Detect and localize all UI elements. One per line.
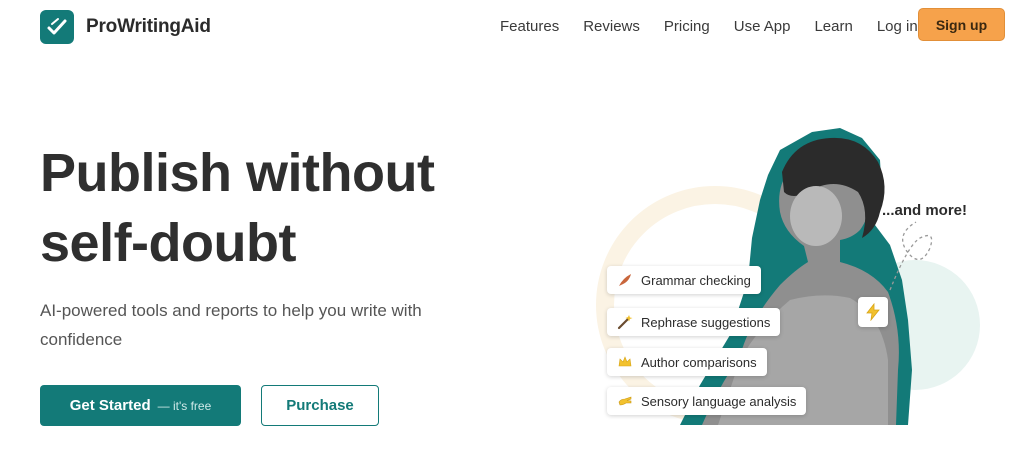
nav-link-use-app[interactable]: Use App (734, 18, 791, 35)
hand-icon (617, 393, 633, 409)
brand-name: ProWritingAid (86, 16, 211, 37)
feature-pill-label: Rephrase suggestions (641, 314, 771, 330)
quill-check-icon (40, 10, 74, 44)
feature-pill-rephrase: Rephrase suggestions (607, 308, 781, 336)
nav-link-features[interactable]: Features (500, 18, 559, 35)
crown-icon (617, 354, 633, 370)
hero-headline-line-2: self-doubt (40, 213, 296, 273)
hero-headline: Publish without self-doubt (40, 138, 435, 278)
feature-pill-label: Author comparisons (641, 354, 757, 370)
hero-illustration: ...and more! Grammar checking Rephrase s… (590, 120, 1010, 440)
get-started-button[interactable]: Get Started — it's free (40, 385, 241, 426)
and-more-callout: ...and more! (882, 202, 968, 219)
feature-pill-grammar: Grammar checking (607, 266, 761, 294)
magic-wand-icon (617, 314, 633, 330)
nav-link-reviews[interactable]: Reviews (583, 18, 640, 35)
get-started-note: — it's free (157, 398, 212, 413)
hero-subheadline: AI-powered tools and reports to help you… (40, 301, 422, 349)
get-started-label: Get Started (69, 397, 151, 414)
signup-button[interactable]: Sign up (918, 8, 1005, 41)
top-nav: ProWritingAid Features Reviews Pricing U… (0, 0, 1024, 54)
lightning-icon (858, 297, 888, 327)
feather-icon (617, 272, 633, 288)
nav-link-pricing[interactable]: Pricing (664, 18, 710, 35)
login-link[interactable]: Log in (877, 18, 918, 35)
feature-pill-label: Grammar checking (641, 272, 751, 288)
feature-pill-label: Sensory language analysis (641, 393, 797, 409)
feature-pill-author: Author comparisons (607, 348, 767, 376)
purchase-button[interactable]: Purchase (261, 385, 379, 426)
brand-logo[interactable]: ProWritingAid (40, 10, 211, 44)
feature-pill-sensory: Sensory language analysis (607, 387, 807, 415)
nav-link-learn[interactable]: Learn (814, 18, 852, 35)
hero-headline-line-1: Publish without (40, 143, 435, 203)
nav-links: Features Reviews Pricing Use App Learn L… (500, 18, 918, 35)
